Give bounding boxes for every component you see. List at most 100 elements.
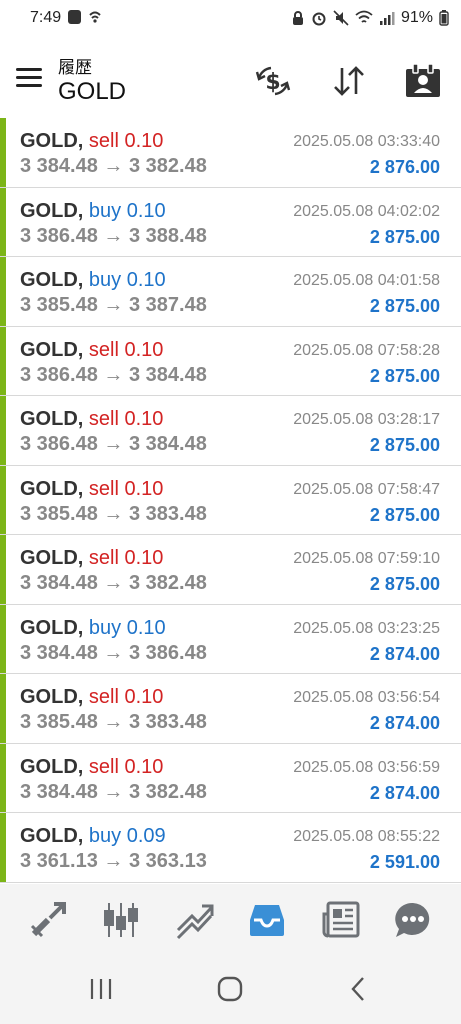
bottom-navigation — [0, 884, 461, 954]
trade-prices: 3 386.48 → 3 388.48 — [20, 224, 207, 247]
quotes-icon — [30, 902, 66, 938]
trade-title: GOLD, sell 0.10 — [20, 686, 163, 709]
contact-card-button[interactable] — [404, 62, 442, 100]
trade-symbol: GOLD, — [20, 616, 84, 639]
home-icon — [217, 976, 243, 1002]
trade-volume: 0.10 — [126, 616, 166, 639]
trade-volume: 0.10 — [124, 686, 164, 708]
trade-profit: 2 875.00 — [369, 435, 440, 455]
trade-profit: 2 874.00 — [369, 643, 440, 664]
history-inbox-icon — [250, 905, 284, 936]
trade-row[interactable]: GOLD, sell 0.10 3 386.48 → 3 384.48 2025.0… — [0, 396, 461, 466]
nav-quotes[interactable] — [28, 900, 68, 940]
battery-icon — [439, 10, 449, 26]
status-time: 7:49 — [30, 9, 62, 26]
trade-symbol: GOLD, — [20, 130, 84, 152]
trade-row[interactable]: GOLD, sell 0.10 3 384.48 → 3 382.48 2025.0… — [0, 743, 461, 813]
row-indicator-bar — [0, 674, 6, 743]
trade-row[interactable]: GOLD, buy 0.10 3 384.48 → 3 386.48 2025.05… — [0, 604, 461, 674]
row-indicator-bar — [0, 326, 6, 395]
trade-title: GOLD, sell 0.10 — [20, 547, 163, 570]
trade-row[interactable]: GOLD, sell 0.10 3 386.48 → 3 384.48 2025.0… — [0, 326, 461, 396]
trade-prices: 3 386.48 → 3 384.48 — [20, 363, 207, 386]
trade-time: 2025.05.08 07:59:10 — [293, 550, 440, 567]
row-indicator-bar — [0, 743, 6, 812]
trade-type: sell — [88, 477, 119, 500]
page-title: 履歴 — [58, 58, 92, 77]
nav-chart[interactable] — [101, 900, 141, 940]
wifi-calling-icon — [89, 11, 101, 23]
trade-symbol: GOLD, — [20, 269, 84, 291]
row-indicator-bar — [0, 604, 6, 673]
trade-symbol: GOLD, — [20, 477, 84, 500]
trade-profit: 2 876.00 — [369, 157, 440, 177]
trade-time: 2025.05.08 03:56:54 — [293, 689, 440, 706]
trade-icon — [176, 904, 214, 940]
trade-row[interactable]: GOLD, sell 0.10 3 385.48 → 3 383.48 2025.0… — [0, 465, 461, 535]
nav-history[interactable] — [247, 900, 287, 940]
row-indicator-bar — [0, 535, 6, 604]
trade-row[interactable]: GOLD, buy 0.10 3 386.48 → 3 388.48 2025.05… — [0, 187, 461, 257]
recents-button[interactable] — [86, 974, 116, 1004]
chat-icon — [395, 902, 430, 937]
trade-row[interactable]: GOLD, sell 0.10 3 385.48 → 3 383.48 2025.0… — [0, 674, 461, 744]
trade-prices: 3 385.48 → 3 387.48 — [20, 294, 207, 316]
trade-symbol: GOLD, — [20, 408, 84, 430]
trade-volume: 0.10 — [124, 755, 164, 778]
trade-row[interactable]: GOLD, sell 0.10 3 384.48 → 3 382.48 2025.0… — [0, 535, 461, 605]
row-indicator-bar — [0, 257, 6, 326]
trade-title: GOLD, buy 0.10 — [20, 200, 166, 223]
trade-volume: 0.09 — [126, 825, 166, 847]
signal-icon — [379, 12, 395, 25]
trade-symbol: GOLD, — [20, 547, 84, 569]
battery-percent: 91% — [400, 9, 433, 26]
status-bar: 7:49 91% — [0, 0, 461, 40]
svg-text:$: $ — [265, 70, 280, 95]
trade-profit: 2 875.00 — [369, 574, 440, 594]
trade-symbol: GOLD, — [20, 825, 84, 847]
trade-time: 2025.05.08 03:56:59 — [293, 758, 440, 776]
trade-type: sell — [88, 755, 119, 778]
trade-prices: 3 361.13 → 3 363.13 — [20, 850, 207, 872]
trade-row[interactable]: GOLD, buy 0.09 3 361.13 → 3 363.13 2025.05… — [0, 813, 461, 883]
trade-time: 2025.05.08 03:33:40 — [293, 133, 440, 150]
menu-button[interactable] — [16, 68, 42, 90]
system-navigation — [0, 954, 461, 1024]
trade-volume: 0.10 — [124, 547, 164, 569]
home-button[interactable] — [215, 974, 245, 1004]
lock-icon — [292, 11, 303, 25]
nav-chat[interactable] — [393, 900, 433, 940]
trade-volume: 0.10 — [126, 269, 166, 291]
trade-prices: 3 384.48 → 3 386.48 — [20, 641, 207, 664]
trade-type: buy — [88, 825, 122, 847]
trade-row[interactable]: GOLD, sell 0.10 3 384.48 → 3 382.48 2025.0… — [0, 118, 461, 188]
sort-button[interactable] — [330, 62, 368, 100]
trade-profit: 2 875.00 — [369, 365, 440, 386]
trade-title: GOLD, sell 0.10 — [20, 408, 163, 431]
exchange-dollar-button[interactable]: $ — [254, 62, 292, 100]
back-button[interactable] — [344, 974, 374, 1004]
trade-title: GOLD, buy 0.09 — [20, 825, 166, 848]
row-indicator-bar — [0, 187, 6, 256]
app-bar: 履歴 GOLD $ — [0, 40, 461, 116]
trade-title: GOLD, sell 0.10 — [20, 478, 163, 501]
trade-profit: 2 874.00 — [369, 782, 440, 803]
trade-profit: 2 591.00 — [369, 852, 440, 872]
nav-news[interactable] — [321, 900, 361, 940]
trade-type: buy — [88, 199, 122, 222]
trade-title: GOLD, buy 0.10 — [20, 617, 166, 640]
chart-candles-icon — [104, 903, 138, 937]
trade-volume: 0.10 — [124, 338, 164, 361]
trade-type: sell — [88, 408, 119, 430]
trade-row[interactable]: GOLD, buy 0.10 3 385.48 → 3 387.48 2025.05… — [0, 257, 461, 327]
trade-type: buy — [88, 269, 122, 291]
nav-trade[interactable] — [175, 900, 215, 940]
trade-symbol: GOLD, — [20, 199, 84, 222]
exchange-dollar-icon: $ — [255, 66, 291, 96]
sort-icon — [334, 66, 364, 96]
contact-card-icon — [406, 63, 440, 97]
trade-title: GOLD, buy 0.10 — [20, 269, 166, 292]
trade-history-list[interactable]: GOLD, sell 0.10 3 384.48 → 3 382.48 2025.0… — [0, 118, 461, 884]
trade-type: sell — [88, 547, 119, 569]
symbol-title[interactable]: GOLD — [58, 78, 126, 106]
